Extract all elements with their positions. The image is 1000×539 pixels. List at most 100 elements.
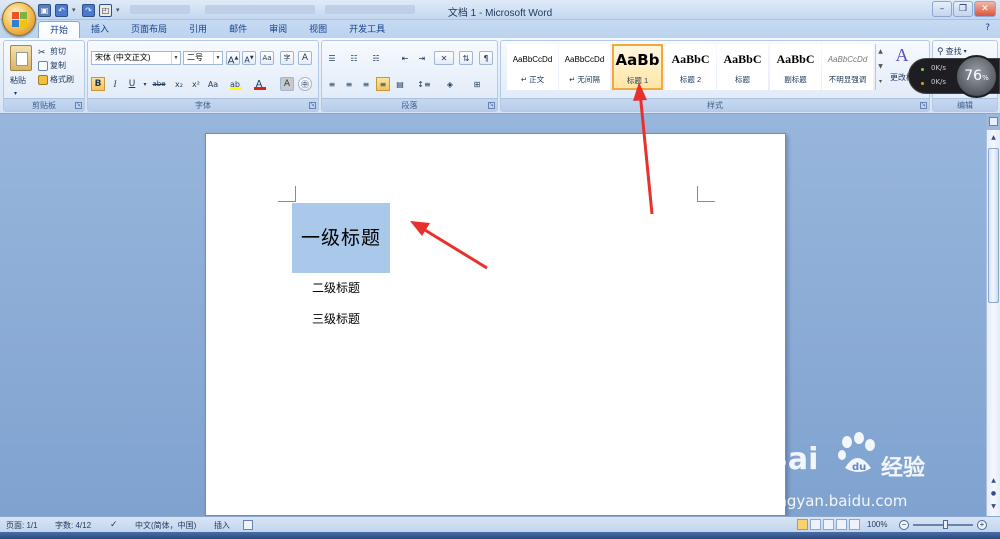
chevron-down-icon[interactable]: ▼	[213, 52, 222, 64]
insert-mode[interactable]: 插入	[214, 520, 230, 531]
tab-review[interactable]: 审阅	[258, 21, 298, 38]
change-styles-icon[interactable]: A	[891, 45, 913, 67]
styles-launcher-icon[interactable]: ↘	[920, 102, 927, 109]
style-normal[interactable]: AaBbCcDd ↵ 正文	[507, 44, 558, 90]
scroll-up-icon[interactable]: ▲	[988, 132, 999, 143]
font-color-button[interactable]: A	[252, 77, 266, 91]
distributed-icon[interactable]: ▤	[393, 77, 407, 91]
style-title[interactable]: AaBbC 标题	[717, 44, 768, 90]
align-left-icon[interactable]: ≡	[325, 77, 339, 91]
shrink-font-button[interactable]: A▼	[242, 51, 256, 65]
zoom-out-button[interactable]: −	[899, 520, 909, 530]
vertical-scrollbar[interactable]: ▲ ▲ ● ▼	[986, 130, 1000, 516]
font-size-combo[interactable]: 二号 ▼	[183, 51, 223, 65]
scroll-down-page-icon[interactable]: ▼	[988, 501, 999, 512]
document-page[interactable]: 一级标题 二级标题 三级标题	[205, 133, 786, 516]
close-button[interactable]: ✕	[974, 1, 996, 17]
heading-3-text[interactable]: 三级标题	[312, 310, 360, 327]
line-spacing-icon[interactable]: ↕≡	[414, 77, 434, 91]
clipboard-group-label: 剪贴板	[4, 98, 84, 111]
restore-button[interactable]: ❐	[953, 1, 973, 17]
borders-icon[interactable]: ⊞	[466, 77, 488, 91]
draft-view-icon[interactable]	[849, 519, 860, 530]
cut-button[interactable]: ✂ 剪切	[38, 45, 66, 58]
sort-icon[interactable]: ⇅	[459, 51, 473, 65]
tab-home[interactable]: 开始	[38, 21, 81, 38]
subscript-button[interactable]: x₂	[172, 77, 186, 91]
heading-1-text[interactable]: 一级标题	[292, 203, 390, 273]
character-shading-button[interactable]: A	[280, 77, 294, 91]
brush-icon	[38, 74, 48, 85]
bold-button[interactable]: B	[91, 77, 105, 91]
view-ruler-icon[interactable]	[989, 117, 998, 126]
clipboard-launcher-icon[interactable]: ↘	[75, 102, 82, 109]
grow-font-button[interactable]: A▲	[226, 51, 240, 66]
window-controls: – ❐ ✕	[932, 1, 996, 17]
tab-references[interactable]: 引用	[178, 21, 218, 38]
tab-insert[interactable]: 插入	[80, 21, 120, 38]
decrease-indent-icon[interactable]: ⇤	[398, 51, 412, 65]
scroll-up-page-icon[interactable]: ▲	[988, 475, 999, 486]
bullets-icon[interactable]: ☰	[325, 51, 339, 65]
macro-record-icon[interactable]	[243, 520, 253, 530]
paste-icon[interactable]	[10, 45, 32, 71]
align-right-icon[interactable]: ≡	[359, 77, 373, 91]
italic-button[interactable]: I	[108, 77, 122, 91]
style-subtle-emphasis[interactable]: AaBbCcDd 不明显强调	[822, 44, 873, 90]
style-subtitle[interactable]: AaBbC 副标题	[770, 44, 821, 90]
font-name-combo[interactable]: 宋体 (中文正文) ▼	[91, 51, 181, 65]
font-color-swatch	[254, 87, 266, 90]
increase-indent-icon[interactable]: ⇥	[415, 51, 429, 65]
align-center-icon[interactable]: ≡	[342, 77, 356, 91]
style-heading-2[interactable]: AaBbC 标题 2	[665, 44, 716, 90]
find-button[interactable]: ⚲ 查找 ▾	[937, 45, 967, 58]
show-marks-icon[interactable]: ¶	[479, 51, 493, 65]
clear-format-icon[interactable]: Aa	[260, 51, 274, 65]
full-screen-reading-icon[interactable]	[810, 519, 821, 530]
scroll-thumb[interactable]	[988, 148, 999, 303]
shading-icon[interactable]: ◈	[440, 77, 460, 91]
change-case-button[interactable]: Aa	[206, 77, 220, 91]
strikethrough-button[interactable]: abe	[150, 77, 168, 91]
multilevel-list-icon[interactable]: ☵	[369, 51, 383, 65]
office-button[interactable]	[2, 2, 36, 36]
highlight-button[interactable]: ab	[228, 77, 242, 91]
heading-2-text[interactable]: 二级标题	[312, 279, 360, 296]
style-no-spacing[interactable]: AaBbCcDd ↵ 无间隔	[559, 44, 610, 90]
memory-usage-gauge[interactable]: 76%	[955, 55, 998, 98]
copy-button[interactable]: 复制	[38, 59, 66, 72]
style-name: 副标题	[784, 75, 807, 84]
enclose-character-icon[interactable]: ㊥	[298, 77, 312, 91]
tab-page-layout[interactable]: 页面布局	[120, 21, 178, 38]
underline-button[interactable]: U	[125, 77, 139, 91]
gallery-scroll[interactable]: ▲ ▼ ▾	[875, 44, 885, 90]
tab-developer[interactable]: 开发工具	[338, 21, 396, 38]
numbering-icon[interactable]: ☷	[347, 51, 361, 65]
superscript-button[interactable]: x²	[189, 77, 203, 91]
zoom-level[interactable]: 100%	[867, 520, 887, 529]
tab-mailings[interactable]: 邮件	[218, 21, 258, 38]
style-heading-1[interactable]: AaBb 标题 1	[612, 44, 663, 90]
language-status[interactable]: 中文(简体，中国)	[135, 520, 196, 531]
font-launcher-icon[interactable]: ↘	[309, 102, 316, 109]
tab-view[interactable]: 视图	[298, 21, 338, 38]
minimize-button[interactable]: –	[932, 1, 952, 17]
web-layout-icon[interactable]	[823, 519, 834, 530]
select-browse-object-icon[interactable]: ●	[988, 488, 999, 499]
zoom-in-button[interactable]: +	[977, 520, 987, 530]
paragraph-launcher-icon[interactable]: ↘	[488, 102, 495, 109]
page-count[interactable]: 页面: 1/1	[6, 520, 38, 531]
help-icon[interactable]: ?	[985, 23, 990, 33]
word-count[interactable]: 字数: 4/12	[55, 520, 91, 531]
paste-label[interactable]: 粘贴	[10, 74, 26, 87]
chinese-layout-icon[interactable]: ✕	[434, 51, 454, 65]
print-layout-icon[interactable]	[797, 519, 808, 530]
phonetic-guide-button[interactable]: 字	[280, 51, 294, 65]
justify-icon[interactable]: ≡	[376, 77, 390, 91]
chevron-down-icon[interactable]: ▼	[171, 52, 180, 64]
zoom-slider-thumb[interactable]	[943, 520, 948, 529]
format-painter-button[interactable]: 格式刷	[38, 73, 74, 86]
character-border-button[interactable]: A	[298, 51, 312, 65]
outline-view-icon[interactable]	[836, 519, 847, 530]
proofing-icon[interactable]: ✓	[110, 520, 120, 530]
